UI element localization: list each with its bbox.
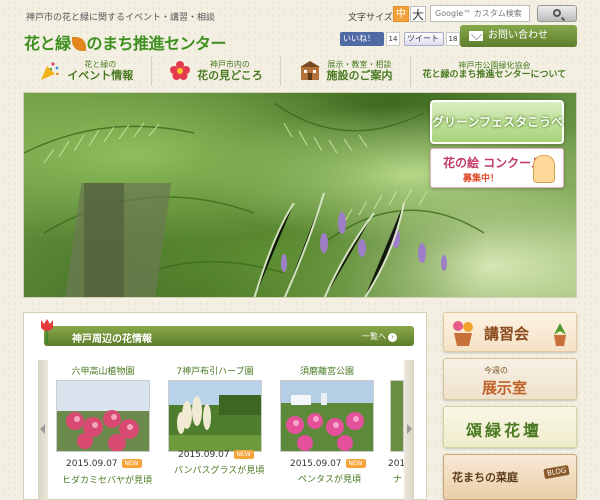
contest-title: 花の絵 コンクール: [443, 156, 544, 170]
card-date-text: 2015.09.07: [178, 450, 230, 460]
new-badge: NEW: [345, 459, 366, 468]
flower-icon: [170, 61, 191, 80]
facebook-like-button[interactable]: いいね！: [340, 32, 384, 46]
card-photo[interactable]: [280, 380, 374, 452]
blog-banner[interactable]: 花まちの菜庭 BLOG: [443, 454, 577, 500]
card-photo[interactable]: [168, 380, 262, 452]
nav-events-big: イベント情報: [67, 69, 134, 83]
arrow-left-icon: [40, 424, 45, 434]
exhibit-label: 展示室: [482, 379, 528, 397]
flowerpot-icon: [453, 321, 473, 346]
nav-item-facilities[interactable]: 展示・教室・相談 施設のご案内: [280, 56, 410, 86]
commendation-flowerbed-banner[interactable]: 頌緑花壇: [443, 406, 577, 448]
card-caption[interactable]: ヒダカミセバヤが見頃: [62, 473, 152, 486]
card-date: 2015.09.07 NEW: [66, 459, 142, 469]
search-icon: [553, 9, 561, 17]
nav-facilities-big: 施設のご案内: [326, 69, 393, 83]
contest-subtitle: 募集中！: [463, 174, 500, 184]
new-badge: NEW: [121, 459, 142, 468]
card-date: 2015.09.07 NEW: [290, 459, 366, 469]
site-logo[interactable]: 花と緑 のまち推進センター: [24, 30, 227, 54]
card-place[interactable]: 須磨離宮公園: [280, 364, 374, 377]
nav-events-small: 花と緑の: [84, 59, 117, 69]
tweet-button[interactable]: ツイート: [404, 32, 444, 46]
main-nav: 花と緑の イベント情報 神戸市内の 花の見どころ 展示・教室・相談 施設のご案内 神戸…: [22, 56, 578, 86]
workshop-banner[interactable]: 講習会: [443, 312, 577, 352]
workshop-label: 講習会: [484, 325, 530, 343]
pampas-grass-photo: [169, 381, 261, 451]
nav-facilities-small: 展示・教室・相談: [327, 59, 392, 69]
text-size-label: 文字サイズ: [348, 13, 393, 23]
card-place[interactable]: 六甲高山植物園: [56, 364, 150, 377]
more-label: 一覧へ: [362, 332, 386, 341]
carousel-next-button[interactable]: [404, 360, 414, 500]
search-button[interactable]: [537, 5, 577, 22]
logo-text-2: のまち推進センター: [86, 34, 227, 53]
card-caption[interactable]: パンパスグラスが見頃: [174, 463, 264, 476]
tweet-count: 18: [446, 32, 460, 46]
flower-info-more-link[interactable]: 一覧へ ›: [362, 331, 397, 342]
card-place[interactable]: 7神戸布引ハーブ園: [168, 364, 262, 377]
exhibit-room-banner[interactable]: 今週の 展示室: [443, 358, 577, 400]
exhibit-small-label: 今週の: [484, 366, 508, 375]
nav-spots-small: 神戸市内の: [209, 59, 250, 69]
nav-about-small: 神戸市公園緑化協会: [458, 60, 531, 70]
blog-label: 花まちの菜庭: [452, 471, 518, 484]
flowerbed-label: 頌緑花壇: [466, 421, 543, 440]
nav-item-flower-spots[interactable]: 神戸市内の 花の見どころ: [150, 56, 281, 86]
logo-text-1: 花と緑: [24, 34, 71, 53]
pentas-photo: [281, 381, 373, 451]
blog-tag: BLOG: [543, 464, 571, 480]
card-photo[interactable]: [390, 380, 404, 452]
card-caption[interactable]: ペンタスが見頃: [298, 472, 361, 485]
arrow-right-icon: ›: [388, 333, 397, 342]
card-date-text: 2015.09.07: [66, 459, 118, 469]
arrow-right-icon: [407, 424, 412, 434]
leaf-icon: [71, 37, 86, 51]
site-tagline: 神戸市の花と緑に関するイベント・講習・相談: [26, 13, 216, 23]
card-caption[interactable]: ナ: [393, 472, 404, 485]
confetti-icon: [41, 62, 60, 80]
plant-icon: [554, 323, 566, 346]
card-date-text: 2015.09.07: [290, 459, 342, 469]
nav-item-events[interactable]: 花と緑の イベント情報: [22, 56, 151, 86]
nav-item-about[interactable]: 神戸市公園緑化協会 花と緑のまち推進センターについて: [409, 56, 578, 86]
building-icon: [299, 61, 320, 80]
card-date: 2015.09.07 NEW: [178, 450, 254, 460]
text-size-large-button[interactable]: 大: [410, 6, 426, 22]
flower-info-title: 神戸周辺の花情報: [72, 334, 152, 345]
nav-spots-big: 花の見どころ: [197, 69, 263, 83]
fb-like-label: いいね！: [343, 34, 375, 43]
search-input[interactable]: [430, 5, 530, 22]
contact-button[interactable]: お問い合わせ: [460, 25, 577, 47]
sedum-photo: [57, 381, 149, 451]
green-festa-banner[interactable]: グリーンフェスタこうべ: [430, 100, 564, 144]
contact-label: お問い合わせ: [488, 30, 548, 41]
flower-painting-contest-banner[interactable]: 花の絵 コンクール 募集中！: [430, 148, 564, 188]
facebook-like-count: 14: [386, 32, 400, 46]
text-size-medium-button[interactable]: 中: [393, 6, 409, 22]
carousel-prev-button[interactable]: [38, 360, 48, 500]
tweet-label: ツイート: [407, 34, 439, 43]
tulip-icon: [41, 319, 53, 344]
nav-about-big: 花と緑のまち推進センターについて: [422, 70, 567, 81]
mascot-icon: [533, 155, 555, 183]
mail-icon: [469, 31, 483, 41]
new-badge: NEW: [233, 450, 254, 459]
card-date: 201: [388, 459, 404, 469]
card-photo[interactable]: [56, 380, 150, 452]
